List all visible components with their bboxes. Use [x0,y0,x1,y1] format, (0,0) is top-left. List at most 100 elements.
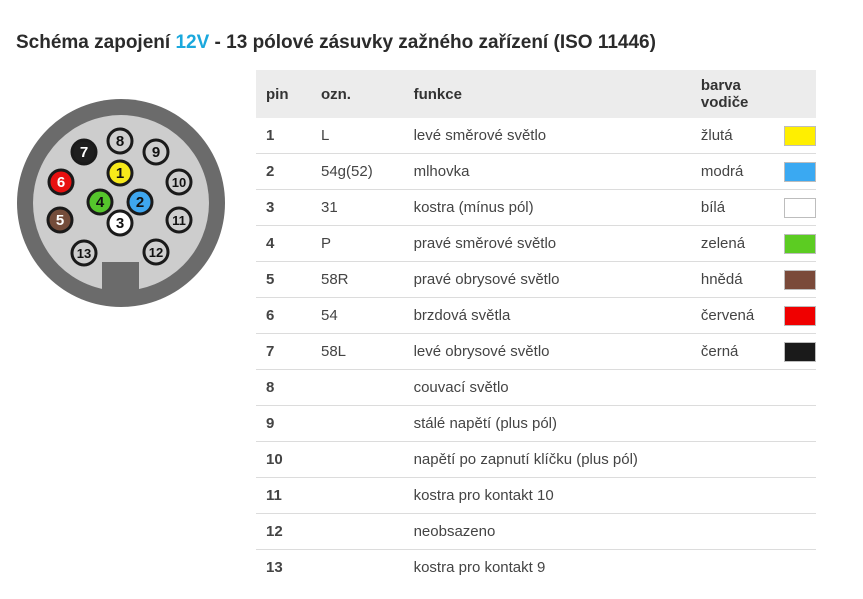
socket-pin-label: 1 [116,165,124,182]
cell-pin: 12 [256,513,311,550]
cell-ozn: L [310,118,404,154]
socket-pin-label: 12 [149,245,163,260]
cell-barva [690,513,774,550]
cell-pin: 7 [256,333,311,370]
cell-swatch [774,405,816,442]
header-funkce: funkce [403,70,691,118]
table-row: 7 58L levé obrysové světlo černá [256,333,816,370]
cell-barva: červená [690,297,774,334]
cell-swatch [774,550,816,586]
page-title: Schéma zapojení 12V - 13 pólové zásuvky … [16,32,656,54]
socket-pin: 6 [47,168,75,196]
cell-funkce: pravé obrysové světlo [403,261,691,298]
cell-swatch [774,225,816,262]
table-row: 3 31 kostra (mínus pól) bílá [256,189,816,226]
cell-funkce: neobsazeno [403,513,691,550]
socket-pin-label: 10 [172,175,186,190]
socket-pin: 3 [106,209,134,237]
color-swatch [784,341,816,362]
cell-pin: 1 [256,118,311,154]
cell-swatch [774,153,816,190]
socket-pin: 2 [126,188,154,216]
cell-swatch [774,513,816,550]
socket-pin: 1 [106,159,134,187]
cell-barva: černá [690,333,774,370]
cell-funkce: stálé napětí (plus pól) [403,405,691,442]
cell-funkce: brzdová světla [403,297,691,334]
cell-barva [691,550,774,586]
cell-pin: 6 [256,297,311,334]
table-row: 9 stálé napětí (plus pól) [256,405,816,442]
cell-ozn [310,369,404,406]
socket-pin: 12 [142,238,170,266]
cell-barva [690,441,774,478]
socket-pin-label: 11 [172,213,186,228]
cell-ozn: P [310,225,404,262]
cell-funkce: couvací světlo [403,369,691,406]
cell-pin: 4 [256,225,311,262]
color-swatch [784,305,816,326]
table-row: 11 kostra pro kontakt 10 [256,477,816,514]
socket-pin: 4 [86,188,114,216]
cell-swatch [774,441,816,478]
header-pin: pin [256,70,311,118]
table-row: 12 neobsazeno [256,513,816,550]
socket-pin-label: 3 [116,215,124,232]
cell-swatch [774,477,816,514]
table-row: 6 54 brzdová světla červená [256,297,816,334]
table-row: 4 Ppravé směrové světlo zelená [256,225,816,262]
cell-pin: 3 [256,189,311,226]
socket-key-notch [102,262,139,294]
title-prefix: Schéma zapojení [16,31,176,53]
color-swatch [784,161,816,182]
cell-pin: 5 [256,261,311,298]
cell-ozn [311,550,404,586]
cell-swatch [774,189,816,226]
cell-swatch [774,369,816,406]
socket-pin: 7 [70,138,98,166]
cell-ozn: 54g(52) [310,153,404,190]
socket-pin-label: 6 [57,174,65,191]
cell-ozn: 54 [310,297,404,334]
cell-barva: hnědá [690,261,774,298]
title-suffix: - 13 pólové zásuvky zažného zařízení (IS… [209,31,656,53]
cell-funkce: kostra pro kontakt 9 [413,559,546,576]
socket-pin: 8 [106,127,134,155]
table-row: 5 58R pravé obrysové světlo hnědá [256,261,816,298]
socket-pin: 11 [165,206,193,234]
header-swatch [774,70,816,118]
table-header-row: pin ozn. funkce barva vodiče [256,70,816,118]
socket-pin: 5 [46,206,74,234]
cell-pin: 13 [266,559,283,576]
table-row: 1 Llevé směrové světlo žlutá [256,118,816,154]
cell-swatch [774,118,816,154]
cell-barva [690,477,774,514]
cell-barva: zelená [690,225,774,262]
cell-ozn [310,477,404,514]
cell-barva: modrá [690,153,774,190]
cell-swatch [774,261,816,298]
pin-table: pin ozn. funkce barva vodiče 1 Llevé směr… [256,70,816,585]
cell-pin: 11 [256,477,311,514]
table-row: 2 54g(52) mlhovka modrá [256,153,816,190]
cell-ozn: 58R [310,261,404,298]
cell-ozn: 31 [310,189,404,226]
socket-pin-label: 4 [96,194,105,211]
table-row: 10 napětí po zapnutí klíčku (plus pól) [256,441,816,478]
cell-funkce: levé směrové světlo [403,118,691,154]
socket-pin-label: 7 [80,144,88,161]
color-swatch [784,233,816,254]
socket-pin-label: 8 [116,133,124,150]
cell-funkce: kostra pro kontakt 10 [403,477,691,514]
color-swatch [784,269,816,290]
cell-swatch [774,333,816,370]
title-voltage: 12V [175,31,210,53]
socket-pin-label: 2 [136,194,144,211]
cell-ozn [310,513,404,550]
cell-barva [690,369,774,406]
socket-pin: 10 [165,168,193,196]
socket-pin-label: 9 [152,144,160,161]
cell-ozn [310,441,404,478]
cell-pin: 2 [256,153,311,190]
cell-swatch [774,297,816,334]
